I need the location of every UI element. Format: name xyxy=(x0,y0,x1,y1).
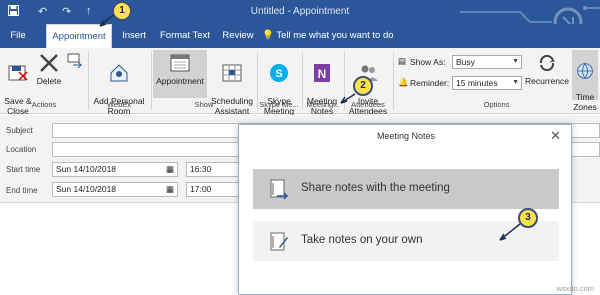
show-as-value: Busy xyxy=(456,57,475,67)
onenote-icon: N xyxy=(314,64,330,82)
callout-1: 1 xyxy=(112,1,132,21)
take-notes-label: Take notes on your own xyxy=(301,234,423,246)
reminder-label: Reminder: xyxy=(410,78,450,88)
location-label: Location xyxy=(6,145,37,154)
skype-icon: S xyxy=(270,64,288,82)
start-time-input[interactable]: 16:30 xyxy=(186,162,246,177)
watermark: wsxdn.com xyxy=(556,284,594,293)
skype-group-label: Skype Me... xyxy=(259,100,299,109)
appointment-view-label: Appointment xyxy=(156,76,204,86)
recurrence-label: Recurrence xyxy=(525,76,569,86)
ribbon: Save & Close Delete Actions Add Personal… xyxy=(0,48,600,116)
take-notes-option[interactable]: Take notes on your own xyxy=(253,221,559,261)
tab-insert[interactable]: Insert xyxy=(118,24,150,48)
show-group-label: Show xyxy=(194,100,214,109)
lightbulb-icon: 💡 xyxy=(262,30,274,41)
share-notes-label: Share notes with the meeting xyxy=(301,182,450,194)
tab-format-text[interactable]: Format Text xyxy=(158,24,212,48)
end-date-input[interactable]: Sun 14/10/2018 ▦ xyxy=(52,182,178,197)
callout-3: 3 xyxy=(518,208,538,228)
shared-notebook-icon xyxy=(270,179,289,200)
scheduling-grid-icon xyxy=(222,64,242,82)
group-separator xyxy=(151,52,152,110)
start-time-label: Start time xyxy=(6,165,41,174)
svg-text:N: N xyxy=(318,67,327,81)
end-time-input[interactable]: 17:00 xyxy=(186,182,246,197)
recurrence-button[interactable]: Recurrence xyxy=(524,52,570,86)
tab-review[interactable]: Review xyxy=(220,24,256,48)
reminder-value: 15 minutes xyxy=(456,78,498,88)
start-date-value: Sun 14/10/2018 xyxy=(56,164,117,174)
share-notes-option[interactable]: Share notes with the meeting xyxy=(253,169,559,209)
notebook-pen-icon xyxy=(270,232,288,251)
tab-file[interactable]: File xyxy=(6,24,30,48)
callout-2: 2 xyxy=(353,76,373,96)
end-time-value: 17:00 xyxy=(190,184,212,194)
start-time-value: 16:30 xyxy=(190,164,212,174)
webex-room-icon xyxy=(110,64,128,82)
attendees-group-label: Attendees xyxy=(351,100,385,109)
show-as-label: Show As: xyxy=(410,57,446,67)
time-zones-button[interactable]: Time Zones xyxy=(572,50,598,112)
bell-icon: 🔔 xyxy=(398,77,409,87)
forward-button[interactable] xyxy=(64,52,86,70)
actions-group-label: Actions xyxy=(31,100,57,109)
subject-label: Subject xyxy=(6,126,33,135)
chevron-down-icon: ▼ xyxy=(512,79,519,86)
close-icon[interactable]: ✕ xyxy=(550,128,561,144)
tell-me-box[interactable]: 💡 Tell me what you want to do xyxy=(262,24,412,48)
group-separator xyxy=(393,52,394,110)
appointment-view-button[interactable]: Appointment xyxy=(153,50,207,98)
globe-icon xyxy=(577,63,593,79)
start-date-input[interactable]: Sun 14/10/2018 ▦ xyxy=(52,162,178,177)
save-close-icon xyxy=(8,65,28,81)
end-date-value: Sun 14/10/2018 xyxy=(56,184,117,194)
group-separator xyxy=(88,52,89,110)
calendar-icon xyxy=(170,54,190,72)
show-as-icon: ▤ xyxy=(398,56,407,66)
tab-appointment[interactable]: Appointment xyxy=(46,24,112,48)
recurrence-icon xyxy=(539,54,555,72)
delete-label: Delete xyxy=(36,76,62,86)
chevron-down-icon: ▼ xyxy=(512,58,519,65)
options-group-label: Options xyxy=(483,100,510,109)
delete-button[interactable]: Delete xyxy=(36,52,62,86)
end-time-label: End time xyxy=(6,186,38,195)
calendar-picker-icon[interactable]: ▦ xyxy=(166,163,174,176)
calendar-picker-icon[interactable]: ▦ xyxy=(166,183,174,196)
title-bar: ↶ ↷ ↑ Untitled - Appointment xyxy=(0,0,600,38)
reminder-dropdown[interactable]: 15 minutes ▼ xyxy=(452,76,522,90)
webex-group-label: WebEx xyxy=(106,100,132,109)
show-as-dropdown[interactable]: Busy ▼ xyxy=(452,55,522,69)
delete-x-icon xyxy=(40,54,58,72)
dialog-title: Meeting Notes xyxy=(376,131,436,141)
forward-icon xyxy=(67,53,83,68)
ribbon-tab-bar: File Appointment Insert Format Text Revi… xyxy=(0,24,600,48)
tell-me-text: Tell me what you want to do xyxy=(276,30,394,41)
meeting-notes-group-label: Meeting... xyxy=(306,100,340,109)
svg-text:S: S xyxy=(275,68,282,80)
